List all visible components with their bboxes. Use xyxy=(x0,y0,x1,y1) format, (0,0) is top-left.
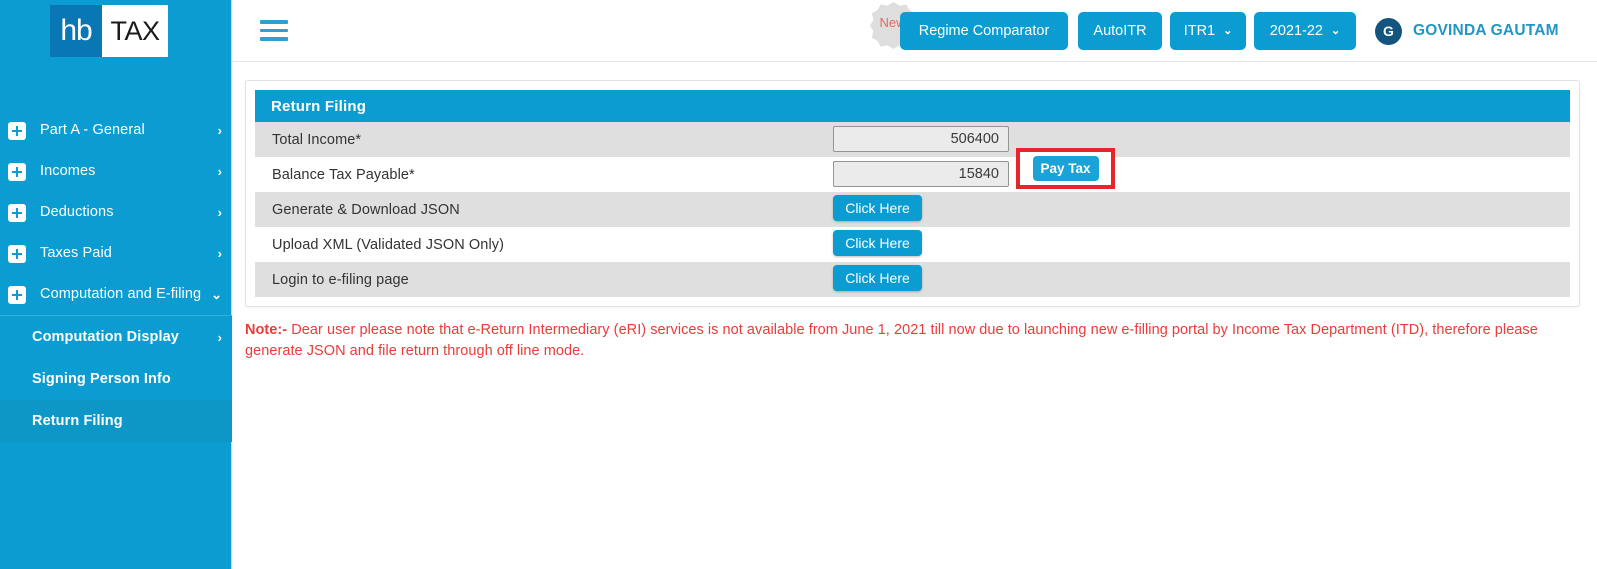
pay-tax-highlight-box: Pay Tax xyxy=(1016,148,1115,189)
row-label-balance-tax-payable: Balance Tax Payable* xyxy=(272,166,415,183)
chevron-right-icon: › xyxy=(217,329,222,345)
sidebar-item-taxes-paid[interactable]: Taxes Paid › xyxy=(0,233,232,274)
hamburger-bar xyxy=(260,28,288,32)
avatar: G xyxy=(1375,17,1402,45)
app-root: hb TAX Part A - General › Incomes › Dedu… xyxy=(0,0,1597,569)
row-label-total-income: Total Income* xyxy=(272,131,362,148)
plus-box-icon xyxy=(8,162,26,181)
logo-tax-text: TAX xyxy=(102,5,168,57)
note-text: Note:- Dear user please note that e-Retu… xyxy=(245,320,1565,362)
topbar: New Regime Comparator AutoITR ITR1 ⌄ 202… xyxy=(232,0,1597,62)
plus-box-icon xyxy=(8,203,26,222)
balance-tax-payable-input[interactable] xyxy=(833,161,1009,187)
chevron-right-icon: › xyxy=(217,164,222,179)
login-efiling-button[interactable]: Click Here xyxy=(833,265,922,291)
generate-download-json-button[interactable]: Click Here xyxy=(833,195,922,221)
row-label-generate-download-json: Generate & Download JSON xyxy=(272,201,460,218)
table-row: Balance Tax Payable* Pay Tax xyxy=(255,148,1570,192)
sidebar-item-computation-display[interactable]: Computation Display › xyxy=(0,316,232,358)
total-income-input[interactable] xyxy=(833,126,1009,152)
itr-type-dropdown[interactable]: ITR1 ⌄ xyxy=(1170,12,1246,50)
row-label-upload-xml: Upload XML (Validated JSON Only) xyxy=(272,236,505,253)
sidebar-item-computation-and-e-filing[interactable]: Computation and E-filing ⌄ xyxy=(0,274,232,315)
assessment-year-value: 2021-22 xyxy=(1269,23,1323,39)
plus-box-icon xyxy=(8,121,26,140)
sidebar-nav: Part A - General › Incomes › Deductions … xyxy=(0,110,232,442)
sidebar: hb TAX Part A - General › Incomes › Dedu… xyxy=(0,0,232,569)
chevron-down-icon: ⌄ xyxy=(1223,24,1233,37)
sidebar-item-incomes[interactable]: Incomes › xyxy=(0,151,232,192)
autoitr-label: AutoITR xyxy=(1093,23,1147,39)
sidebar-item-signing-person-info[interactable]: Signing Person Info xyxy=(0,358,232,400)
app-logo[interactable]: hb TAX xyxy=(50,5,168,57)
main-content: Return Filing Total Income* Balance Tax … xyxy=(232,62,1597,569)
user-name: GOVINDA GAUTAM xyxy=(1413,22,1559,39)
regime-comparator-label: Regime Comparator xyxy=(918,23,1050,39)
card-title: Return Filing xyxy=(255,90,1570,122)
row-label-login-efiling: Login to e-filing page xyxy=(272,271,409,288)
sidebar-submenu: Computation Display › Signing Person Inf… xyxy=(0,315,232,442)
plus-box-icon xyxy=(8,285,26,304)
sidebar-item-deductions[interactable]: Deductions › xyxy=(0,192,232,233)
sidebar-item-part-a-general[interactable]: Part A - General › xyxy=(0,110,232,151)
hamburger-bar xyxy=(260,20,288,24)
sidebar-item-label: Part A - General xyxy=(40,122,145,138)
sidebar-item-label: Computation and E-filing xyxy=(40,286,202,302)
table-row: Total Income* xyxy=(255,122,1570,157)
chevron-down-icon: ⌄ xyxy=(211,287,222,302)
chevron-right-icon: › xyxy=(217,246,222,261)
chevron-right-icon: › xyxy=(217,205,222,220)
note-body: Dear user please note that e-Return Inte… xyxy=(245,322,1538,359)
sidebar-subitem-label: Return Filing xyxy=(32,413,123,429)
user-menu[interactable]: G GOVINDA GAUTAM xyxy=(1375,12,1559,50)
table-row: Upload XML (Validated JSON Only) Click H… xyxy=(255,227,1570,262)
plus-box-icon xyxy=(8,244,26,263)
table-row: Login to e-filing page Click Here xyxy=(255,262,1570,297)
pay-tax-button[interactable]: Pay Tax xyxy=(1032,156,1099,181)
note-prefix: Note:- xyxy=(245,322,288,338)
table-row: Generate & Download JSON Click Here xyxy=(255,192,1570,227)
upload-xml-button[interactable]: Click Here xyxy=(833,230,922,256)
itr-type-value: ITR1 xyxy=(1183,23,1216,39)
sidebar-item-label: Taxes Paid xyxy=(40,245,112,261)
autoitr-button[interactable]: AutoITR xyxy=(1078,12,1162,50)
sidebar-item-label: Incomes xyxy=(40,163,96,179)
chevron-down-icon: ⌄ xyxy=(1331,24,1341,37)
sidebar-item-return-filing[interactable]: Return Filing xyxy=(0,400,232,442)
hamburger-icon[interactable] xyxy=(260,20,288,41)
return-filing-card: Return Filing Total Income* Balance Tax … xyxy=(245,80,1580,307)
logo-hb-text: hb xyxy=(50,5,102,57)
assessment-year-dropdown[interactable]: 2021-22 ⌄ xyxy=(1254,12,1356,50)
sidebar-subitem-label: Computation Display xyxy=(32,329,179,345)
sidebar-subitem-label: Signing Person Info xyxy=(32,371,171,387)
chevron-right-icon: › xyxy=(217,123,222,138)
sidebar-item-label: Deductions xyxy=(40,204,114,220)
hamburger-bar xyxy=(260,37,288,41)
regime-comparator-button[interactable]: Regime Comparator xyxy=(900,12,1068,50)
